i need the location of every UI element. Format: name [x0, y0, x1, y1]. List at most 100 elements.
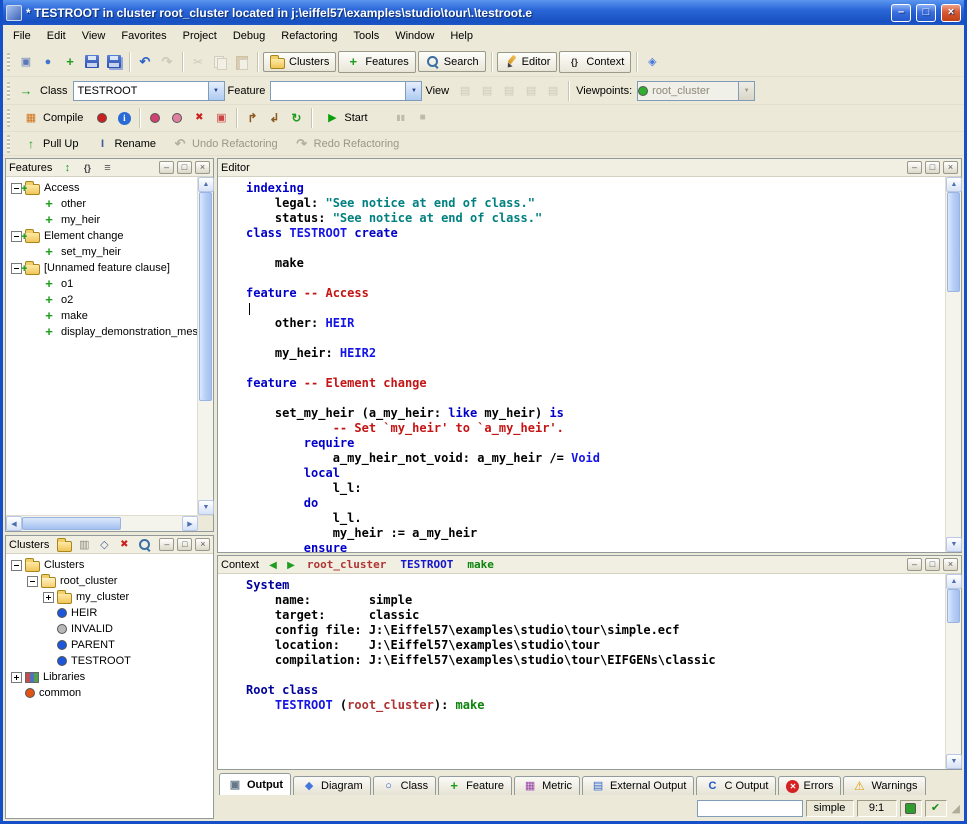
tree-item-heir[interactable]: HEIR: [8, 605, 213, 621]
tab-diagram[interactable]: ◆Diagram: [293, 776, 371, 795]
pull-up-button[interactable]: ↑Pull Up: [16, 133, 85, 155]
tree-item-o1[interactable]: +o1: [8, 276, 197, 292]
new-class-button[interactable]: +: [59, 51, 81, 73]
tab-output[interactable]: ▣Output: [219, 773, 291, 795]
features-maximize-button[interactable]: □: [177, 161, 192, 174]
features-horizontal-scrollbar[interactable]: ◀ ▶: [6, 515, 213, 531]
menu-favorites[interactable]: Favorites: [113, 27, 174, 45]
debug-ignore-breakpoints-button[interactable]: [166, 107, 188, 129]
toolbar-grip[interactable]: [7, 53, 10, 71]
scrollbar-thumb[interactable]: [199, 192, 212, 401]
tree-item-root-cluster[interactable]: root_cluster: [8, 573, 213, 589]
scroll-up-icon[interactable]: ▲: [198, 177, 214, 192]
context-back-button[interactable]: ◀: [265, 558, 280, 571]
scrollbar-thumb[interactable]: [22, 517, 121, 530]
breadcrumb-root-cluster[interactable]: root_cluster: [307, 558, 386, 571]
features-minimize-button[interactable]: –: [159, 161, 174, 174]
scroll-up-icon[interactable]: ▲: [946, 177, 962, 192]
menu-window[interactable]: Window: [387, 27, 442, 45]
menu-edit[interactable]: Edit: [39, 27, 74, 45]
tree-item-o2[interactable]: +o2: [8, 292, 197, 308]
maximize-button[interactable]: □: [916, 4, 936, 22]
rename-button[interactable]: IRename: [87, 133, 163, 155]
class-tool-button[interactable]: →: [15, 80, 37, 102]
add-cluster-button[interactable]: [55, 537, 73, 553]
redo-button[interactable]: ↷: [156, 51, 178, 73]
tree-item-display-demonstration-messa[interactable]: +display_demonstration_messa: [8, 324, 197, 340]
cut-button[interactable]: ✂: [187, 51, 209, 73]
delete-button[interactable]: ▥: [75, 537, 93, 553]
tree-item-my-heir[interactable]: +my_heir: [8, 212, 197, 228]
editor-button[interactable]: Editor: [497, 52, 558, 72]
scroll-down-icon[interactable]: ▼: [946, 754, 962, 769]
status-input[interactable]: [697, 800, 803, 817]
copy-button[interactable]: [209, 51, 231, 73]
context-close-button[interactable]: ×: [943, 558, 958, 571]
clickable-view-button[interactable]: ▤: [476, 80, 498, 102]
features-vertical-scrollbar[interactable]: ▲ ▼: [197, 177, 213, 515]
close-button[interactable]: ×: [941, 4, 961, 22]
scroll-left-icon[interactable]: ◀: [6, 516, 22, 531]
context-maximize-button[interactable]: □: [925, 558, 940, 571]
braces-button[interactable]: {}: [78, 160, 96, 176]
diagram-tool-button[interactable]: ◈: [641, 51, 663, 73]
class-combobox-arrow[interactable]: ▼: [208, 82, 224, 100]
feature-combobox[interactable]: ▼: [270, 81, 422, 101]
collapse-icon[interactable]: [27, 576, 38, 587]
features-close-button[interactable]: ×: [195, 161, 210, 174]
compile-button[interactable]: ▦Compile: [16, 107, 90, 129]
tab-metric[interactable]: ▦Metric: [514, 776, 580, 795]
tree-item-make[interactable]: +make: [8, 308, 197, 324]
step-out-button[interactable]: ↻: [285, 107, 307, 129]
editor-vertical-scrollbar[interactable]: ▲ ▼: [945, 177, 961, 552]
tree-item-common[interactable]: common: [8, 685, 213, 701]
paste-button[interactable]: [231, 51, 253, 73]
context-vertical-scrollbar[interactable]: ▲ ▼: [945, 574, 961, 769]
scroll-right-icon[interactable]: ▶: [182, 516, 198, 531]
properties-button[interactable]: ◇: [95, 537, 113, 553]
editor-minimize-button[interactable]: –: [907, 161, 922, 174]
toolbar-grip[interactable]: [7, 109, 10, 127]
tree-item-unnamed-feature-clause[interactable]: [Unnamed feature clause]: [8, 260, 197, 276]
clusters-button[interactable]: Clusters: [263, 52, 336, 72]
tab-errors[interactable]: ✕Errors: [778, 776, 841, 795]
toolbar-grip[interactable]: [7, 82, 10, 100]
scroll-down-icon[interactable]: ▼: [946, 537, 962, 552]
pause-button[interactable]: ▮▮: [390, 107, 412, 129]
tab-external-output[interactable]: ▤External Output: [582, 776, 694, 795]
tree-item-my-cluster[interactable]: my_cluster: [8, 589, 213, 605]
tree-item-testroot[interactable]: TESTROOT: [8, 653, 213, 669]
expand-icon[interactable]: [11, 672, 22, 683]
context-minimize-button[interactable]: –: [907, 558, 922, 571]
redo-refactoring-button[interactable]: ↷Redo Refactoring: [287, 133, 407, 155]
collapse-icon[interactable]: [11, 560, 22, 571]
scrollbar-thumb[interactable]: [947, 192, 960, 292]
undo-button[interactable]: ↶: [134, 51, 156, 73]
minimize-button[interactable]: –: [891, 4, 911, 22]
menu-view[interactable]: View: [74, 27, 114, 45]
sync-state-button[interactable]: ✔: [925, 800, 947, 817]
info-button[interactable]: i: [113, 107, 135, 129]
scrollbar-thumb[interactable]: [947, 589, 960, 623]
undo-refactoring-button[interactable]: ↶Undo Refactoring: [165, 133, 285, 155]
menu-debug[interactable]: Debug: [225, 27, 273, 45]
step-into-button[interactable]: ↲: [263, 107, 285, 129]
menu-file[interactable]: File: [5, 27, 39, 45]
editor-close-button[interactable]: ×: [943, 161, 958, 174]
context-button[interactable]: {}Context: [559, 51, 631, 73]
scroll-down-icon[interactable]: ▼: [198, 500, 214, 515]
menu-help[interactable]: Help: [442, 27, 481, 45]
step-over-button[interactable]: ↱: [241, 107, 263, 129]
interface-view-button[interactable]: ▤: [542, 80, 564, 102]
stop-button[interactable]: ■: [412, 107, 434, 129]
new-window-button[interactable]: ▣: [15, 51, 37, 73]
tree-item-parent[interactable]: PARENT: [8, 637, 213, 653]
scroll-up-icon[interactable]: ▲: [946, 574, 962, 589]
context-forward-button[interactable]: ▶: [283, 558, 298, 571]
flat-view-button[interactable]: ▤: [498, 80, 520, 102]
clusters-minimize-button[interactable]: –: [159, 538, 174, 551]
text-view-button[interactable]: ▤: [454, 80, 476, 102]
resize-grip[interactable]: ◢: [952, 802, 960, 815]
expand-icon[interactable]: [43, 592, 54, 603]
tree-item-other[interactable]: +other: [8, 196, 197, 212]
